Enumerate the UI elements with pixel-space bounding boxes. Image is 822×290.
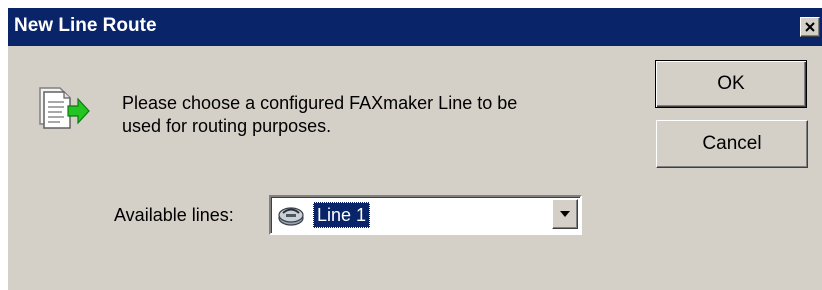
ok-button[interactable]: OK <box>655 60 807 108</box>
selected-line: Line 1 <box>313 202 371 228</box>
document-arrow-icon <box>39 87 90 129</box>
title-bar[interactable]: New Line Route <box>8 8 822 46</box>
message-line-2: used for routing purposes. <box>122 116 332 136</box>
dropdown-button[interactable] <box>552 199 578 229</box>
cancel-button[interactable]: Cancel <box>656 120 808 168</box>
chevron-down-icon <box>560 211 570 217</box>
new-line-route-dialog: New Line Route Please choose a configure… <box>8 8 822 290</box>
available-lines-dropdown[interactable]: Line 1 <box>269 195 582 235</box>
close-icon <box>805 22 815 32</box>
close-button[interactable] <box>800 17 820 37</box>
page: New Line Route Please choose a configure… <box>0 0 822 290</box>
available-lines-label: Available lines: <box>114 205 234 225</box>
dialog-title: New Line Route <box>14 15 157 36</box>
message-line-1: Please choose a configured FAXmaker Line… <box>122 93 518 113</box>
fax-line-icon <box>278 207 304 226</box>
instruction-message: Please choose a configured FAXmaker Line… <box>122 92 642 138</box>
